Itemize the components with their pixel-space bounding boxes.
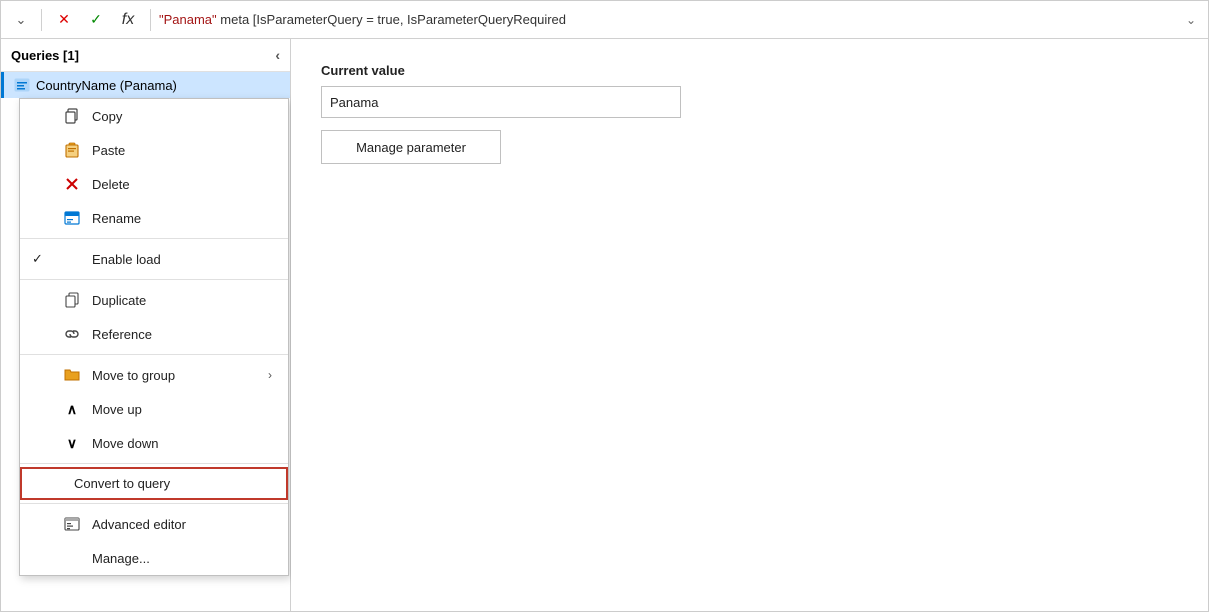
formula-confirm-button[interactable]: ✓ — [82, 6, 110, 34]
menu-icon-delete — [62, 174, 82, 194]
menu-label-rename: Rename — [92, 211, 272, 226]
context-menu: Copy Paste Delete — [19, 98, 289, 576]
query-item-label: CountryName (Panama) — [36, 78, 177, 93]
sidebar-header: Queries [1] ‹ — [1, 39, 290, 72]
current-value-input[interactable] — [321, 86, 681, 118]
formula-sep1 — [41, 9, 42, 31]
menu-label-duplicate: Duplicate — [92, 293, 272, 308]
formula-fx-button[interactable]: fx — [114, 6, 142, 34]
menu-item-manage[interactable]: Manage... — [20, 541, 288, 575]
menu-item-rename[interactable]: Rename — [20, 201, 288, 235]
menu-label-advanced-editor: Advanced editor — [92, 517, 272, 532]
menu-label-enable-load: Enable load — [92, 252, 272, 267]
formula-down-chevron[interactable]: ⌄ — [9, 8, 33, 32]
menu-item-reference[interactable]: Reference — [20, 317, 288, 351]
menu-icon-rename — [62, 208, 82, 228]
menu-label-move-up: Move up — [92, 402, 272, 417]
menu-divider-2 — [20, 279, 288, 280]
menu-item-duplicate[interactable]: Duplicate — [20, 283, 288, 317]
sidebar-collapse-button[interactable]: ‹ — [275, 47, 280, 63]
menu-icon-enable-load — [62, 249, 82, 269]
menu-label-move-down: Move down — [92, 436, 272, 451]
formula-expand-button[interactable]: ⌄ — [1182, 9, 1200, 31]
menu-item-move-down[interactable]: ∨ Move down — [20, 426, 288, 460]
menu-icon-move-up: ∧ — [62, 399, 82, 419]
formula-expression: "Panama" meta [IsParameterQuery = true, … — [159, 12, 1178, 27]
menu-divider-5 — [20, 503, 288, 504]
menu-label-reference: Reference — [92, 327, 272, 342]
menu-item-copy[interactable]: Copy — [20, 99, 288, 133]
menu-label-manage: Manage... — [92, 551, 272, 566]
menu-divider-1 — [20, 238, 288, 239]
content-area: Current value Manage parameter — [291, 39, 1208, 611]
menu-item-enable-load[interactable]: ✓ Enable load — [20, 242, 288, 276]
menu-arrow-move-to-group: › — [268, 368, 272, 382]
formula-cancel-button[interactable]: ✕ — [50, 6, 78, 34]
menu-divider-3 — [20, 354, 288, 355]
menu-icon-paste — [62, 140, 82, 160]
menu-item-delete[interactable]: Delete — [20, 167, 288, 201]
menu-icon-copy — [62, 106, 82, 126]
menu-item-paste[interactable]: Paste — [20, 133, 288, 167]
query-item-countryname[interactable]: CountryName (Panama) — [1, 72, 290, 98]
menu-label-move-to-group: Move to group — [92, 368, 258, 383]
menu-icon-move-to-group — [62, 365, 82, 385]
menu-icon-advanced-editor — [62, 514, 82, 534]
menu-divider-4 — [20, 463, 288, 464]
sidebar: Queries [1] ‹ CountryName (Panama) — [1, 39, 291, 611]
sidebar-title: Queries [1] — [11, 48, 79, 63]
main-area: Queries [1] ‹ CountryName (Panama) — [1, 39, 1208, 611]
menu-item-move-up[interactable]: ∧ Move up — [20, 392, 288, 426]
formula-sep2 — [150, 9, 151, 31]
menu-check-enable-load: ✓ — [32, 251, 52, 267]
menu-icon-move-down: ∨ — [62, 433, 82, 453]
menu-icon-reference — [62, 324, 82, 344]
menu-item-convert-to-query[interactable]: Convert to query — [20, 467, 288, 500]
query-item-icon — [14, 77, 30, 93]
menu-icon-manage — [62, 548, 82, 568]
menu-label-convert-to-query: Convert to query — [74, 476, 270, 491]
menu-icon-duplicate — [62, 290, 82, 310]
formula-string-part: "Panama" — [159, 12, 217, 27]
menu-label-delete: Delete — [92, 177, 272, 192]
current-value-label: Current value — [321, 63, 1178, 78]
menu-label-paste: Paste — [92, 143, 272, 158]
formula-bar: ⌄ ✕ ✓ fx "Panama" meta [IsParameterQuery… — [1, 1, 1208, 39]
menu-label-copy: Copy — [92, 109, 272, 124]
menu-item-advanced-editor[interactable]: Advanced editor — [20, 507, 288, 541]
manage-parameter-button[interactable]: Manage parameter — [321, 130, 501, 164]
menu-item-move-to-group[interactable]: Move to group › — [20, 358, 288, 392]
formula-meta-part: meta [IsParameterQuery = true, IsParamet… — [220, 12, 566, 27]
